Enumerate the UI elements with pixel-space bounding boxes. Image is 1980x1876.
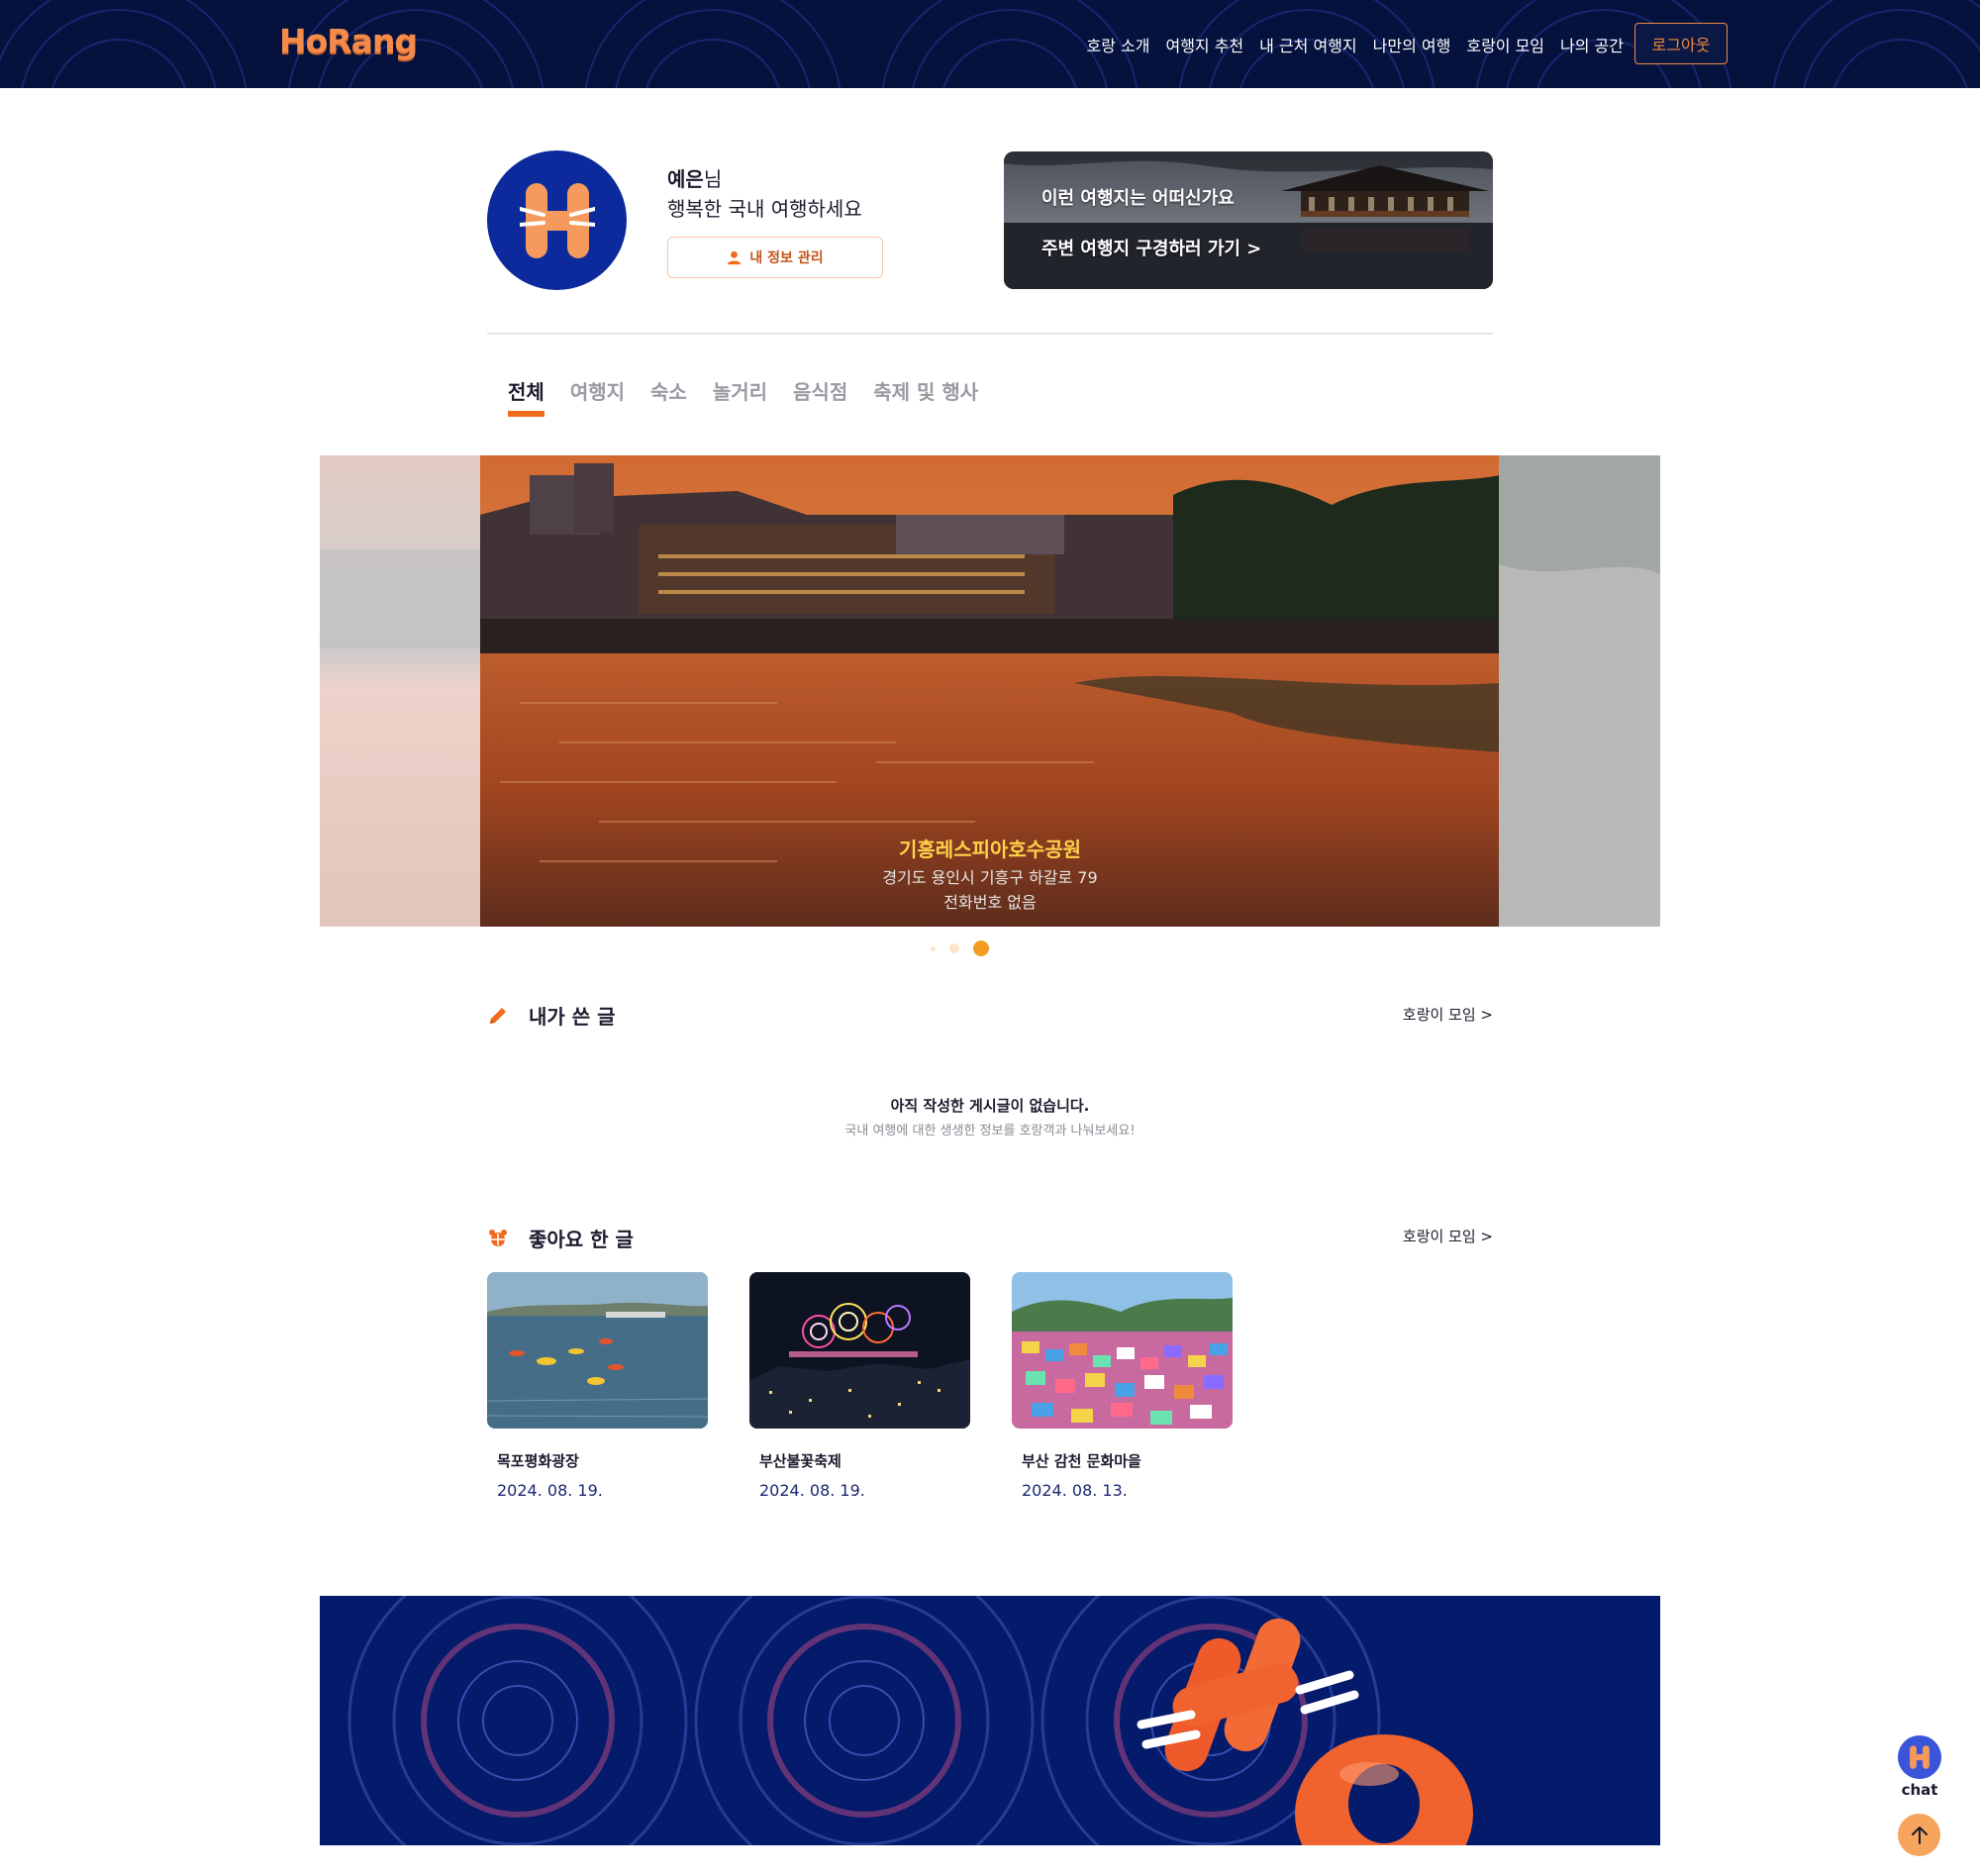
- horang-logo[interactable]: HoRang: [279, 22, 418, 60]
- busan-fireworks-photo: [749, 1272, 970, 1429]
- tab-all[interactable]: 전체: [508, 376, 544, 417]
- card-date: 2024. 08. 19.: [497, 1481, 603, 1500]
- liked-posts-community-link[interactable]: 호랑이 모임 >: [1403, 1226, 1493, 1246]
- next-slide[interactable]: [1499, 455, 1660, 927]
- nav-item-my-space[interactable]: 나의 공간: [1560, 33, 1624, 56]
- user-greeting-name: 예은님: [667, 163, 722, 192]
- pencil-icon: [490, 1007, 506, 1024]
- nav-item-nearby[interactable]: 내 근처 여행지: [1259, 33, 1357, 56]
- tab-lodging[interactable]: 숙소: [650, 376, 687, 417]
- manage-profile-label: 내 정보 관리: [749, 250, 824, 266]
- nav-item-about[interactable]: 호랑 소개: [1087, 33, 1150, 56]
- prev-slide-photo: [320, 455, 481, 927]
- carousel-dots: [931, 940, 989, 956]
- avatar: [487, 150, 627, 290]
- nav-item-my-trip[interactable]: 나만의 여행: [1373, 33, 1451, 56]
- liked-card[interactable]: 부산불꽃축제 2024. 08. 19.: [749, 1272, 970, 1500]
- person-icon: [728, 250, 742, 264]
- liked-cards: 목포평화광장 2024. 08. 19. 부산불꽃축제 2024. 08. 19…: [487, 1272, 1233, 1500]
- category-tabs: 전체 여행지 숙소 놀거리 음식점 축제 및 행사: [508, 376, 978, 417]
- liked-posts-title: 좋아요 한 글: [529, 1228, 634, 1251]
- greeting-text: 행복한 국내 여행하세요: [667, 197, 862, 221]
- card-date: 2024. 08. 19.: [759, 1481, 865, 1500]
- card-thumbnail: [749, 1272, 970, 1429]
- top-navbar: HoRang 호랑 소개 여행지 추천 내 근처 여행지 나만의 여행 호랑이 …: [0, 0, 1980, 88]
- card-thumbnail: [487, 1272, 708, 1429]
- nav-item-community[interactable]: 호랑이 모임: [1466, 33, 1544, 56]
- my-posts-community-link[interactable]: 호랑이 모임 >: [1403, 1004, 1493, 1025]
- tab-festivals[interactable]: 축제 및 행사: [873, 376, 978, 417]
- nav-menu: 호랑 소개 여행지 추천 내 근처 여행지 나만의 여행 호랑이 모임 나의 공…: [1087, 0, 1625, 88]
- tab-restaurants[interactable]: 음식점: [793, 376, 847, 417]
- carousel-dot-3[interactable]: [973, 940, 989, 956]
- arrow-up-icon: [1911, 1826, 1928, 1844]
- card-date: 2024. 08. 13.: [1022, 1481, 1128, 1500]
- prev-slide[interactable]: [320, 455, 481, 927]
- my-posts-header: 내가 쓴 글: [487, 1001, 616, 1030]
- card-title: 부산불꽃축제: [759, 1452, 842, 1470]
- manage-profile-button[interactable]: 내 정보 관리: [667, 237, 883, 278]
- place-carousel[interactable]: 기흥레스피아호수공원 경기도 용인시 기흥구 하갈로 79 전화번호 없음: [320, 455, 1660, 927]
- tiger-paw-icon: [489, 1229, 507, 1246]
- profile-divider: [487, 333, 1493, 335]
- promo-link[interactable]: 주변 여행지 구경하러 가기 >: [1041, 235, 1261, 260]
- carousel-dot-2[interactable]: [949, 943, 959, 953]
- slide-phone: 전화번호 없음: [943, 893, 1037, 912]
- tab-destinations[interactable]: 여행지: [570, 376, 625, 417]
- chat-button[interactable]: chat: [1897, 1735, 1942, 1799]
- footer-banner: [320, 1596, 1660, 1845]
- card-title: 부산 감천 문화마을: [1022, 1452, 1141, 1470]
- banner-artwork: [347, 1596, 1473, 1845]
- empty-posts-title: 아직 작성한 게시글이 없습니다.: [890, 1097, 1090, 1115]
- chat-circle: [1898, 1735, 1941, 1779]
- my-posts-title: 내가 쓴 글: [529, 1005, 616, 1029]
- card-thumbnail: [1012, 1272, 1233, 1429]
- horang-chat-icon: [1910, 1745, 1930, 1769]
- slide-address: 경기도 용인시 기흥구 하갈로 79: [882, 868, 1098, 887]
- liked-card[interactable]: 목포평화광장 2024. 08. 19.: [487, 1272, 708, 1500]
- nav-item-recommend[interactable]: 여행지 추천: [1165, 33, 1243, 56]
- horang-mascot-icon: [519, 182, 595, 258]
- name-suffix: 님: [703, 167, 723, 191]
- liked-card[interactable]: 부산 감천 문화마을 2024. 08. 13.: [1012, 1272, 1233, 1500]
- gamcheon-village-photo: [1012, 1272, 1233, 1429]
- mokpo-sea-photo: [487, 1272, 708, 1429]
- chat-label: chat: [1901, 1781, 1938, 1799]
- promo-question: 이런 여행지는 어떠신가요: [1041, 188, 1235, 209]
- nearby-promo-banner[interactable]: 이런 여행지는 어떠신가요 주변 여행지 구경하러 가기 >: [1004, 151, 1493, 289]
- empty-posts-subtitle: 국내 여행에 대한 생생한 정보를 호랑객과 나눠보세요!: [844, 1124, 1136, 1138]
- user-name: 예은: [667, 167, 704, 191]
- liked-posts-header: 좋아요 한 글: [487, 1224, 634, 1252]
- tab-activities[interactable]: 놀거리: [713, 376, 767, 417]
- next-slide-photo: [1499, 455, 1660, 927]
- slide-title: 기흥레스피아호수공원: [899, 838, 1081, 861]
- current-slide[interactable]: 기흥레스피아호수공원 경기도 용인시 기흥구 하갈로 79 전화번호 없음: [480, 455, 1500, 927]
- carousel-dot-1[interactable]: [931, 945, 936, 951]
- scroll-top-button[interactable]: [1898, 1814, 1940, 1856]
- palace-photo: [1004, 151, 1493, 289]
- logout-button[interactable]: 로그아웃: [1634, 23, 1728, 64]
- card-title: 목포평화광장: [497, 1452, 579, 1470]
